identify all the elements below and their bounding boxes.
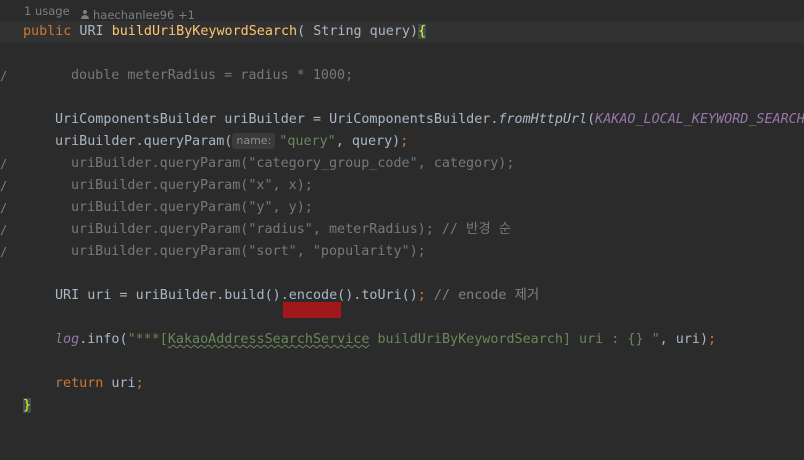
token: , uri) <box>659 332 709 347</box>
person-icon <box>80 10 90 20</box>
author-name: haechanlee96 +1 <box>93 8 195 22</box>
token: KakaoAddressSearchService <box>167 332 370 347</box>
gutter-mark: / <box>0 223 8 237</box>
token: double meterRadius = radius * <box>71 68 313 83</box>
author-info[interactable]: haechanlee96 +1 <box>80 4 195 22</box>
token: ; <box>345 68 354 83</box>
code-line-5[interactable]: / uriBuilder.queryParam("category_group_… <box>0 153 804 175</box>
code-line-7[interactable]: / uriBuilder.queryParam("y", y); <box>0 197 804 219</box>
token: uriBuilder.queryParam("x", x); <box>71 178 313 193</box>
token: KAKAO_LOCAL_KEYWORD_SEARCH_ <box>595 112 804 127</box>
token: ( <box>587 112 596 127</box>
code-line-11[interactable]: log.info("***[KakaoAddressSearchService … <box>0 329 804 351</box>
parameter-name-hint: name: <box>232 133 276 149</box>
token: ; <box>417 288 426 303</box>
token: uriBuilder.queryParam("category_group_co… <box>71 156 515 171</box>
token: ( String query) <box>297 24 419 39</box>
token: 1000 <box>312 68 346 83</box>
token: { <box>418 24 427 39</box>
token: ; <box>135 376 144 391</box>
code-line-3[interactable]: UriComponentsBuilder uriBuilder = UriCom… <box>0 109 804 131</box>
token: uriBuilder.queryParam("sort", "popularit… <box>71 244 426 259</box>
token: .info( <box>79 332 128 347</box>
token: ; <box>708 332 717 347</box>
token: "***[ <box>127 332 168 347</box>
code-line-13[interactable]: } <box>0 395 804 417</box>
gutter-mark: / <box>0 157 8 171</box>
token: ; <box>400 134 409 149</box>
token: public <box>23 24 72 39</box>
code-line-6[interactable]: / uriBuilder.queryParam("x", x); <box>0 175 804 197</box>
code-line-4[interactable]: uriBuilder.queryParam(name: "query", quer… <box>0 131 804 153</box>
token: fromHttpUrl <box>498 112 588 127</box>
token: log <box>55 332 80 347</box>
code-line-9[interactable]: / uriBuilder.queryParam("sort", "popular… <box>0 241 804 263</box>
token: uriBuilder.queryParam("y", y); <box>71 200 313 215</box>
token: uriBuilder.queryParam("radius", meterRad… <box>71 222 512 237</box>
token: URI uri = uriBuilder.build().encode().to… <box>55 288 418 303</box>
token: buildUriByKeywordSearch <box>111 24 298 39</box>
code-line-10[interactable]: URI uri = uriBuilder.build().encode().to… <box>0 285 804 307</box>
code-line-2[interactable]: / double meterRadius = radius * 1000; <box>0 65 804 87</box>
token: "query" <box>279 134 336 149</box>
code-line-1[interactable]: public URI buildUriByKeywordSearch( Stri… <box>0 21 804 43</box>
token: return <box>55 376 104 391</box>
code-line-12[interactable]: return uri; <box>0 373 804 395</box>
gutter-mark: / <box>0 245 8 259</box>
redaction-mark <box>283 302 341 318</box>
token: URI <box>71 24 112 39</box>
token: uri <box>103 376 136 391</box>
token: buildUriByKeywordSearch] uri : {} " <box>369 332 660 347</box>
gutter-mark: / <box>0 201 8 215</box>
gutter-mark: / <box>0 69 8 83</box>
gutter-mark: / <box>0 179 8 193</box>
token: UriComponentsBuilder uriBuilder = UriCom… <box>55 112 499 127</box>
token: uriBuilder.queryParam( <box>55 134 233 149</box>
token: , query) <box>335 134 401 149</box>
usages-link[interactable]: 1 usage <box>24 4 70 18</box>
token: // encode 제거 <box>425 288 540 303</box>
code-vision-hint: 1 usage haechanlee96 +1 <box>0 0 804 22</box>
token: } <box>23 398 32 413</box>
code-line-8[interactable]: / uriBuilder.queryParam("radius", meterR… <box>0 219 804 241</box>
